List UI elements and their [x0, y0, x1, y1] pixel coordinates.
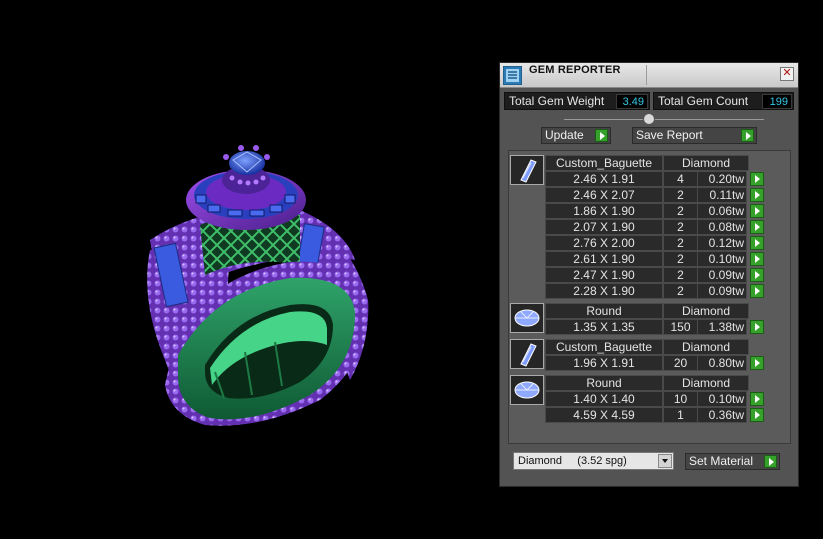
- gem-size-cell: 2.47 X 1.90: [545, 267, 663, 283]
- round-gem-icon: [510, 303, 544, 333]
- gem-reporter-app-icon: [502, 65, 523, 86]
- select-gem-arrow-icon[interactable]: [750, 188, 764, 202]
- gem-count-cell: 20: [663, 355, 698, 371]
- gem-size-cell: 2.61 X 1.90: [545, 251, 663, 267]
- set-material-button-label: Set Material: [689, 454, 754, 468]
- gem-weight-cell: 0.09tw: [697, 283, 747, 299]
- gem-shape-header: Custom_Baguette: [545, 155, 663, 171]
- gem-size-cell: 2.07 X 1.90: [545, 219, 663, 235]
- gem-weight-cell: 0.10tw: [697, 251, 747, 267]
- gem-reporter-panel: GEM REPORTER ✕ Total Gem Weight 3.49 Tot…: [499, 62, 799, 487]
- gem-count-cell: 10: [663, 391, 698, 407]
- gem-count-cell: 2: [663, 283, 698, 299]
- play-arrow-icon: [764, 455, 777, 468]
- baguette-gem-icon: [510, 155, 544, 185]
- panel-title: GEM REPORTER: [529, 64, 621, 76]
- gem-material-header: Diamond: [663, 155, 749, 171]
- chevron-down-icon[interactable]: [658, 454, 672, 468]
- select-gem-arrow-icon[interactable]: [750, 220, 764, 234]
- select-gem-arrow-icon[interactable]: [750, 204, 764, 218]
- material-dropdown-value: Diamond (3.52 spg): [518, 455, 627, 467]
- select-gem-arrow-icon[interactable]: [750, 172, 764, 186]
- gem-count-cell: 2: [663, 267, 698, 283]
- gem-count-cell: 150: [663, 319, 698, 335]
- total-gem-count-label: Total Gem Count: [658, 94, 749, 108]
- save-report-button-label: Save Report: [636, 128, 703, 142]
- title-bar[interactable]: GEM REPORTER ✕: [500, 63, 798, 88]
- gem-weight-cell: 1.38tw: [697, 319, 747, 335]
- gem-size-cell: 2.46 X 1.91: [545, 171, 663, 187]
- select-gem-arrow-icon[interactable]: [750, 356, 764, 370]
- play-arrow-icon: [741, 129, 754, 142]
- gem-size-cell: 1.40 X 1.40: [545, 391, 663, 407]
- select-gem-arrow-icon[interactable]: [750, 252, 764, 266]
- gem-weight-cell: 0.36tw: [697, 407, 747, 423]
- gem-count-cell: 1: [663, 407, 698, 423]
- gem-weight-cell: 0.10tw: [697, 391, 747, 407]
- gem-count-cell: 2: [663, 187, 698, 203]
- baguette-gem-icon: [510, 339, 544, 369]
- gem-size-cell: 1.86 X 1.90: [545, 203, 663, 219]
- total-gem-weight-label: Total Gem Weight: [509, 94, 605, 108]
- slider-handle[interactable]: [643, 113, 655, 125]
- gem-weight-cell: 0.80tw: [697, 355, 747, 371]
- select-gem-arrow-icon[interactable]: [750, 284, 764, 298]
- play-arrow-icon: [595, 129, 608, 142]
- update-button-label: Update: [545, 128, 584, 142]
- gem-size-cell: 2.76 X 2.00: [545, 235, 663, 251]
- material-dropdown[interactable]: Diamond (3.52 spg): [513, 452, 674, 470]
- round-gem-icon: [510, 375, 544, 405]
- gem-material-header: Diamond: [663, 303, 749, 319]
- select-gem-arrow-icon[interactable]: [750, 408, 764, 422]
- gem-count-cell: 2: [663, 219, 698, 235]
- close-button[interactable]: ✕: [780, 67, 794, 81]
- total-gem-weight-value: 3.49: [616, 93, 648, 109]
- 3d-viewport[interactable]: [0, 0, 495, 534]
- set-material-button[interactable]: Set Material: [685, 453, 780, 470]
- total-gem-count-value: 199: [762, 93, 792, 109]
- gem-weight-cell: 0.06tw: [697, 203, 747, 219]
- gem-count-cell: 2: [663, 235, 698, 251]
- gem-size-cell: 1.35 X 1.35: [545, 319, 663, 335]
- update-button[interactable]: Update: [541, 127, 611, 144]
- gem-material-header: Diamond: [663, 375, 749, 391]
- gem-list[interactable]: Custom_Baguette Diamond 2.46 X 1.91 4 0.20tw…: [508, 150, 791, 444]
- select-gem-arrow-icon[interactable]: [750, 392, 764, 406]
- gem-size-cell: 4.59 X 4.59: [545, 407, 663, 423]
- slider-track[interactable]: [564, 119, 764, 120]
- gem-count-cell: 2: [663, 251, 698, 267]
- save-report-button[interactable]: Save Report: [632, 127, 757, 144]
- gem-size-cell: 1.96 X 1.91: [545, 355, 663, 371]
- select-gem-arrow-icon[interactable]: [750, 320, 764, 334]
- gem-weight-cell: 0.08tw: [697, 219, 747, 235]
- gem-weight-cell: 0.11tw: [697, 187, 747, 203]
- gem-size-cell: 2.28 X 1.90: [545, 283, 663, 299]
- gem-weight-cell: 0.20tw: [697, 171, 747, 187]
- select-gem-arrow-icon[interactable]: [750, 236, 764, 250]
- gem-shape-header: Round: [545, 303, 663, 319]
- gem-material-header: Diamond: [663, 339, 749, 355]
- gem-count-cell: 4: [663, 171, 698, 187]
- title-divider: [646, 65, 647, 85]
- gem-weight-cell: 0.09tw: [697, 267, 747, 283]
- gem-shape-header: Round: [545, 375, 663, 391]
- ring-model-render[interactable]: [0, 0, 495, 534]
- gem-weight-cell: 0.12tw: [697, 235, 747, 251]
- select-gem-arrow-icon[interactable]: [750, 268, 764, 282]
- gem-shape-header: Custom_Baguette: [545, 339, 663, 355]
- gem-size-cell: 2.46 X 2.07: [545, 187, 663, 203]
- gem-count-cell: 2: [663, 203, 698, 219]
- close-icon: ✕: [782, 67, 792, 79]
